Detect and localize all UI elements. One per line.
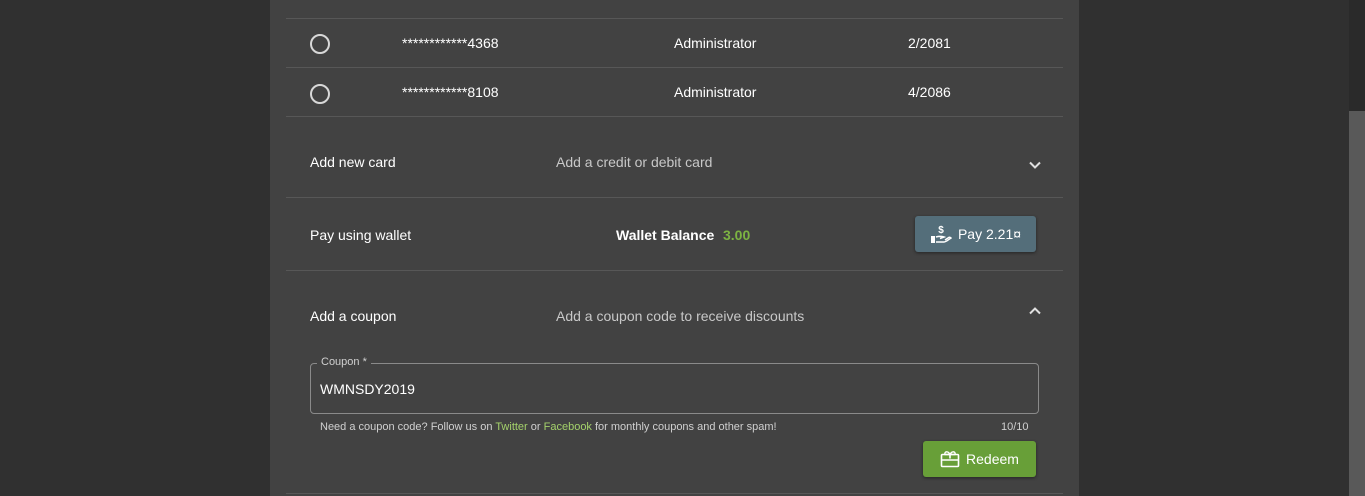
- divider: [286, 493, 1063, 494]
- card-radio[interactable]: [310, 34, 330, 54]
- hint-or: or: [530, 421, 541, 433]
- wallet-title: Pay using wallet: [310, 227, 412, 243]
- redeem-button-label: Redeem: [966, 451, 1019, 467]
- add-card-title: Add new card: [310, 154, 396, 170]
- card-row[interactable]: ************8108 Administrator 4/2086: [286, 68, 1063, 116]
- twitter-link[interactable]: Twitter: [495, 421, 527, 433]
- coupon-input[interactable]: [320, 381, 1020, 397]
- card-number: ************4368: [402, 35, 499, 51]
- coupon-expander[interactable]: Add a coupon Add a coupon code to receiv…: [286, 271, 1063, 351]
- card-row[interactable]: ************4368 Administrator 2/2081: [286, 19, 1063, 67]
- coupon-field[interactable]: Coupon *: [310, 356, 1039, 414]
- hand-money-icon: $: [930, 224, 952, 244]
- wallet-balance-label: Wallet Balance: [616, 227, 715, 243]
- add-card-subtitle: Add a credit or debit card: [556, 154, 713, 170]
- coupon-field-label: Coupon *: [317, 356, 371, 368]
- character-counter: 10/10: [1001, 421, 1029, 433]
- card-role: Administrator: [674, 35, 757, 51]
- pay-button-label: Pay 2.21¤: [957, 226, 1022, 242]
- chevron-down-icon[interactable]: [1028, 158, 1042, 172]
- facebook-link[interactable]: Facebook: [544, 421, 592, 433]
- pay-button[interactable]: $ Pay 2.21¤: [915, 216, 1036, 252]
- hint-prefix: Need a coupon code? Follow us on: [320, 421, 493, 433]
- wallet-row: Pay using wallet Wallet Balance 3.00 $ P…: [286, 198, 1063, 270]
- wallet-balance-value: 3.00: [723, 227, 751, 243]
- scrollbar-thumb[interactable]: [1349, 111, 1365, 496]
- hint-suffix: for monthly coupons and other spam!: [595, 421, 777, 433]
- add-card-expander[interactable]: Add new card Add a credit or debit card: [286, 117, 1063, 197]
- card-expiry: 2/2081: [908, 35, 951, 51]
- card-radio[interactable]: [310, 84, 330, 104]
- redeem-button[interactable]: Redeem: [923, 441, 1036, 477]
- card-role: Administrator: [674, 84, 757, 100]
- svg-text:$: $: [938, 225, 944, 236]
- card-number: ************8108: [402, 84, 499, 100]
- coupon-hint: Need a coupon code? Follow us on Twitter…: [320, 421, 777, 433]
- chevron-up-icon[interactable]: [1028, 304, 1042, 318]
- coupon-subtitle: Add a coupon code to receive discounts: [556, 308, 805, 324]
- gift-card-icon: [940, 450, 960, 468]
- card-expiry: 4/2086: [908, 84, 951, 100]
- payment-panel: ************4368 Administrator 2/2081 **…: [270, 0, 1079, 496]
- coupon-title: Add a coupon: [310, 308, 397, 324]
